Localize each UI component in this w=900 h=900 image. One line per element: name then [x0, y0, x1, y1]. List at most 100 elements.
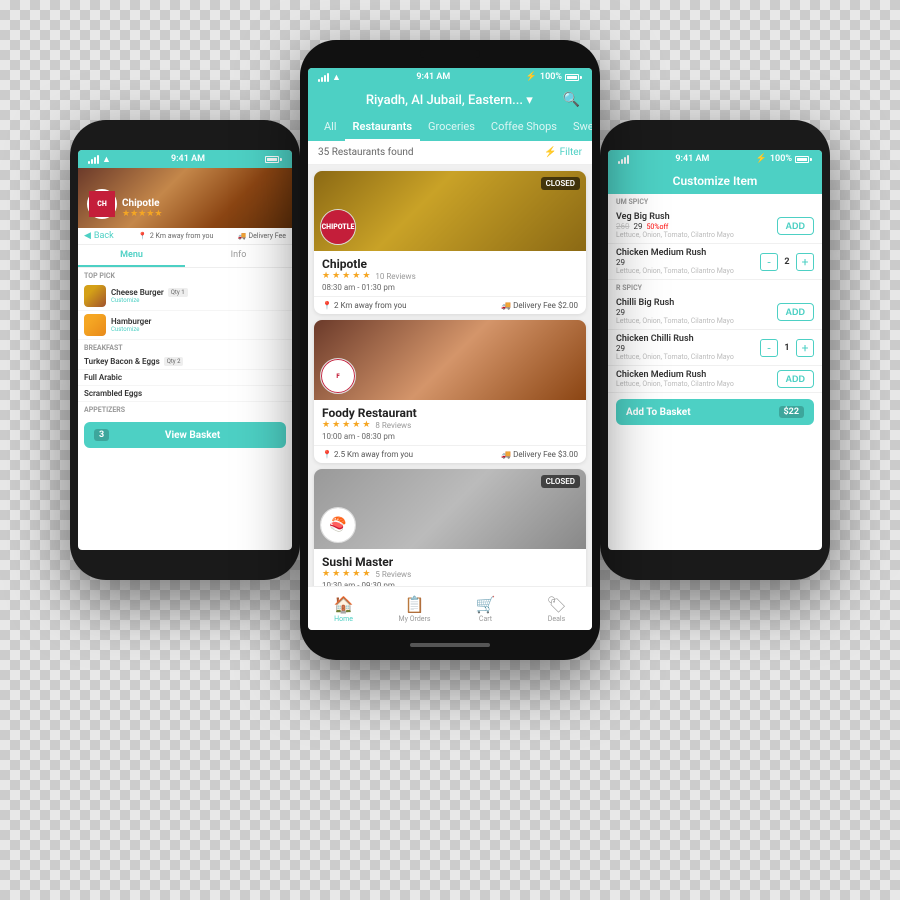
chipotle-name: Chipotle	[322, 257, 578, 271]
tab-coffee-shops[interactable]: Coffee Shops	[483, 114, 565, 141]
right-battery-percent: 100%	[770, 154, 792, 164]
signal-icon	[318, 73, 329, 82]
battery-percent: 100%	[540, 72, 562, 82]
restaurant-card-sushi[interactable]: CLOSED 🍣 Sushi Master ★★★★★ 5 Reviews	[314, 469, 586, 586]
customize-header: Customize Item	[608, 168, 822, 194]
right-bluetooth-icon: ⚡	[756, 154, 767, 164]
orders-icon: 📋	[405, 595, 425, 614]
chicken-medium-decrease-button[interactable]: -	[760, 253, 778, 271]
chilli-big-rush-add-button[interactable]: ADD	[777, 303, 815, 321]
chipotle-closed-badge: CLOSED	[541, 177, 580, 190]
battery-icon	[565, 74, 582, 81]
chilli-rush-qty-control: - 1 +	[760, 339, 814, 357]
section-r-spicy: R SPICY	[608, 280, 822, 294]
left-phone-screen: ▲ 9:41 AM CH Chipotle	[78, 150, 292, 550]
bottom-navigation: 🏠 Home 📋 My Orders 🛒 Cart 🏷 Deals	[308, 586, 592, 630]
item-chicken-medium-rush-1: Chicken Medium Rush 29 Lettuce, Onion, T…	[608, 244, 822, 280]
chipotle-reviews: 10 Reviews	[375, 272, 415, 281]
tab-restaurants[interactable]: Restaurants	[345, 114, 420, 141]
foody-reviews: 8 Reviews	[375, 421, 411, 430]
cheese-burger-name: Cheese Burger	[111, 288, 164, 297]
menu-item-hamburger: Hamburger Customize	[78, 311, 292, 340]
item-veg-big-rush: Veg Big Rush 260 29 50%off Lettuce, Onio…	[608, 208, 822, 244]
notch	[300, 40, 600, 68]
deals-icon: 🏷	[546, 595, 566, 614]
bluetooth-icon: ⚡	[526, 72, 537, 82]
menu-item-scrambled: Scrambled Eggs	[78, 386, 292, 402]
hamburger-customize[interactable]: Customize	[111, 326, 286, 333]
filter-button[interactable]: ⚡ Filter	[544, 147, 582, 158]
tab-info[interactable]: Info	[185, 245, 292, 267]
chipotle-distance: 📍 2 Km away from you	[322, 301, 406, 310]
foody-logo: F	[320, 358, 356, 394]
sushi-logo: 🍣	[320, 507, 356, 543]
chicken-medium-rush-2-add-button[interactable]: ADD	[777, 370, 815, 388]
tab-groceries[interactable]: Groceries	[420, 114, 483, 141]
home-button-area	[300, 630, 600, 660]
left-phone: ▲ 9:41 AM CH Chipotle	[70, 120, 300, 580]
item-chilli-big-rush: Chilli Big Rush 29 Lettuce, Onion, Tomat…	[608, 294, 822, 330]
sushi-name: Sushi Master	[322, 555, 578, 569]
foody-name: Foody Restaurant	[322, 406, 578, 420]
section-um-spicy: UM SPICY	[608, 194, 822, 208]
nav-deals[interactable]: 🏷 Deals	[521, 595, 592, 623]
tab-all[interactable]: All	[316, 114, 345, 141]
left-menu-tabs: Menu Info	[78, 245, 292, 268]
nav-orders[interactable]: 📋 My Orders	[379, 595, 450, 623]
view-basket-button[interactable]: 3 View Basket	[84, 422, 286, 448]
center-phone: ▲ 9:41 AM ⚡ 100%	[300, 40, 600, 660]
cheese-burger-customize[interactable]: Customize	[111, 297, 286, 304]
chipotle-delivery: 🚚 Delivery Fee $2.00	[501, 301, 578, 310]
menu-item-turkey: Turkey Bacon & Eggs Qty 2	[78, 354, 292, 370]
center-phone-screen: ▲ 9:41 AM ⚡ 100%	[308, 68, 592, 630]
left-signal: ▲	[88, 154, 111, 165]
search-button[interactable]: 🔍	[563, 92, 580, 108]
home-icon: 🏠	[334, 595, 354, 614]
add-to-basket-button[interactable]: Add To Basket $22	[616, 399, 814, 425]
restaurant-logo: CH	[87, 189, 117, 219]
center-time: 9:41 AM	[416, 72, 450, 82]
filter-icon: ⚡	[544, 147, 556, 158]
chilli-rush-decrease-button[interactable]: -	[760, 339, 778, 357]
right-time: 9:41 AM	[675, 154, 709, 164]
results-bar: 35 Restaurants found ⚡ Filter	[308, 141, 592, 165]
center-status-bar: ▲ 9:41 AM ⚡ 100%	[308, 68, 592, 86]
chilli-rush-increase-button[interactable]: +	[796, 339, 814, 357]
chipotle-logo: CHIPOTLE	[320, 209, 356, 245]
chipotle-stars: ★★★★★ 10 Reviews	[322, 271, 578, 281]
restaurant-card-foody[interactable]: F Foody Restaurant ★★★★★ 8 Reviews 10:00…	[314, 320, 586, 463]
sushi-stars: ★★★★★ 5 Reviews	[322, 569, 578, 579]
nav-home[interactable]: 🏠 Home	[308, 595, 379, 623]
menu-content: TOP PICK Cheese Burger Qty 1 Customize H	[78, 268, 292, 416]
foody-bg-image	[314, 320, 586, 400]
location-title[interactable]: Riyadh, Al Jubail, Eastern... ▾	[336, 93, 563, 108]
veg-big-rush-add-button[interactable]: ADD	[777, 217, 815, 235]
right-phone-screen: 9:41 AM ⚡ 100% Customize Item UM SPICY	[608, 150, 822, 550]
category-tabs: All Restaurants Groceries Coffee Shops S…	[308, 114, 592, 141]
back-button[interactable]: ◀ Back	[84, 231, 114, 241]
menu-item-full-arabic: Full Arabic	[78, 370, 292, 386]
home-indicator	[410, 643, 490, 647]
item-chicken-medium-rush-2: Chicken Medium Rush Lettuce, Onion, Toma…	[608, 366, 822, 393]
phones-container: ▲ 9:41 AM CH Chipotle	[70, 40, 830, 860]
app-header: Riyadh, Al Jubail, Eastern... ▾ 🔍	[308, 86, 592, 114]
foody-hours: 10:00 am - 08:30 pm	[322, 432, 578, 441]
nav-cart[interactable]: 🛒 Cart	[450, 595, 521, 623]
chicken-medium-increase-button[interactable]: +	[796, 253, 814, 271]
restaurant-card-chipotle[interactable]: CLOSED CHIPOTLE Chipotle ★★★★★ 10 Review…	[314, 171, 586, 314]
wifi-icon: ▲	[332, 72, 341, 83]
restaurant-hero: CH Chipotle ★ ★ ★ ★ ★	[78, 168, 292, 228]
results-count: 35 Restaurants found	[318, 147, 414, 158]
sushi-reviews: 5 Reviews	[375, 570, 411, 579]
tab-menu[interactable]: Menu	[78, 245, 185, 267]
foody-delivery: 🚚 Delivery Fee $3.00	[501, 450, 578, 459]
right-status-bar: 9:41 AM ⚡ 100%	[608, 150, 822, 168]
hero-restaurant-name: Chipotle	[122, 198, 162, 209]
section-breakfast: BREAKFAST	[78, 340, 292, 354]
sushi-closed-badge: CLOSED	[541, 475, 580, 488]
foody-distance: 📍 2.5 Km away from you	[322, 450, 413, 459]
tab-swe[interactable]: Swe	[565, 114, 592, 141]
section-top-pick: TOP PICK	[78, 268, 292, 282]
left-status-bar: ▲ 9:41 AM	[78, 150, 292, 168]
menu-item-cheese-burger: Cheese Burger Qty 1 Customize	[78, 282, 292, 311]
